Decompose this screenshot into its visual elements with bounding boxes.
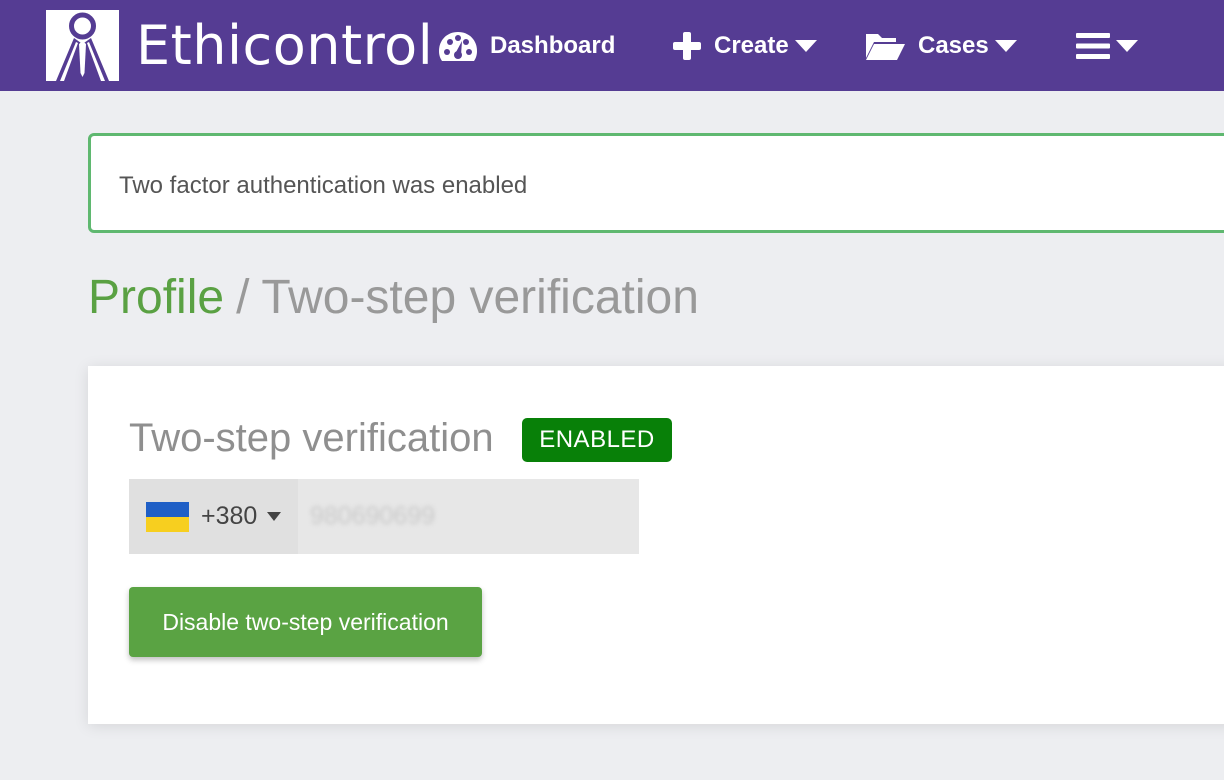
dial-code: +380 (201, 502, 258, 530)
disable-two-step-button[interactable]: Disable two-step verification (129, 587, 482, 657)
nav-more-menu[interactable] (1076, 28, 1138, 64)
chevron-down-icon (994, 39, 1017, 53)
dashboard-gauge-icon (438, 30, 478, 62)
ethicontrol-logo-icon[interactable] (46, 10, 119, 81)
breadcrumb-separator: / (236, 271, 250, 324)
breadcrumb: Profile / Two-step verification (88, 268, 699, 328)
chevron-down-icon (794, 39, 817, 53)
breadcrumb-current: Two-step verification (261, 271, 699, 324)
card-title: Two-step verification (129, 416, 494, 460)
phone-field: +380 (129, 479, 639, 554)
brand-name[interactable]: Ethicontrol (136, 14, 433, 78)
breadcrumb-profile-link[interactable]: Profile (88, 271, 224, 324)
nav-create[interactable]: Create (672, 28, 817, 64)
status-badge: ENABLED (522, 418, 672, 462)
phone-number-input[interactable] (298, 479, 639, 554)
folder-open-icon (864, 30, 906, 62)
chevron-down-icon (267, 508, 282, 526)
plus-icon (672, 31, 702, 61)
nav-cases-label: Cases (918, 32, 989, 59)
country-code-select[interactable]: +380 (129, 479, 298, 554)
success-alert: Two factor authentication was enabled (88, 133, 1224, 233)
nav-dashboard-label: Dashboard (490, 32, 616, 59)
hamburger-menu-icon (1076, 32, 1110, 60)
two-step-card: Two-step verification ENABLED +380 Disab… (88, 366, 1224, 724)
alert-message: Two factor authentication was enabled (119, 172, 528, 199)
nav-create-label: Create (714, 32, 789, 59)
ukraine-flag-icon (146, 501, 189, 532)
nav-cases[interactable]: Cases (864, 28, 1017, 64)
nav-dashboard[interactable]: Dashboard (438, 28, 615, 64)
chevron-down-icon (1116, 39, 1138, 53)
top-navbar: Ethicontrol Dashboard Create Cases (0, 0, 1224, 91)
